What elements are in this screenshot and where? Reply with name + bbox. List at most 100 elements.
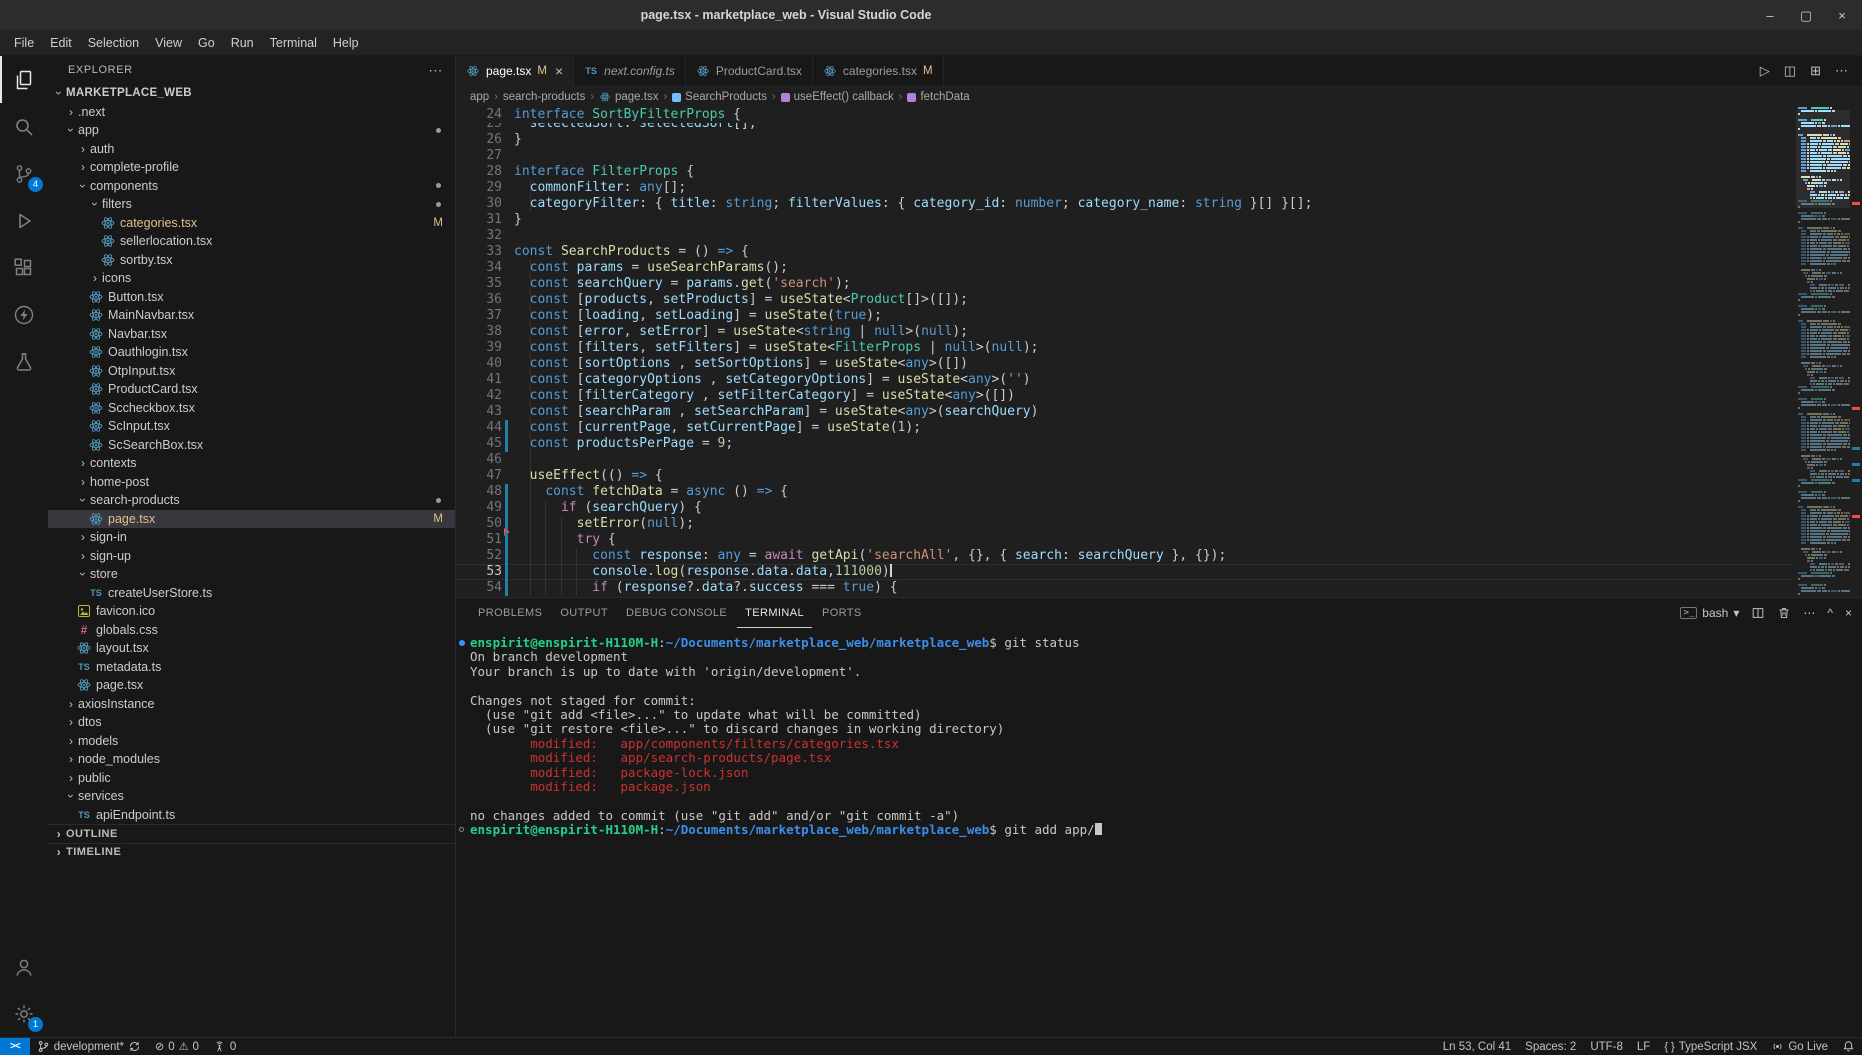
status-indentation[interactable]: Spaces: 2 bbox=[1518, 1038, 1583, 1055]
breadcrumb-item-page-tsx[interactable]: page.tsx bbox=[599, 91, 658, 103]
tree-file-favicon-ico[interactable]: favicon.ico bbox=[48, 602, 455, 621]
status-language[interactable]: { }TypeScript JSX bbox=[1657, 1038, 1764, 1055]
tree-folder-home-post[interactable]: ›home-post bbox=[48, 473, 455, 492]
activity-search[interactable] bbox=[0, 103, 48, 150]
code-line[interactable]: 46 bbox=[456, 452, 1792, 468]
split-editor-icon[interactable]: ◫ bbox=[1784, 63, 1796, 79]
tab-page-tsx[interactable]: page.tsxM× bbox=[456, 56, 574, 87]
status-branch[interactable]: development* bbox=[30, 1038, 148, 1055]
more-actions-icon[interactable]: ⋯ bbox=[1835, 63, 1848, 79]
tree-root-folder[interactable]: ›MARKETPLACE_WEB bbox=[48, 84, 455, 103]
code-line[interactable]: 42 const [filterCategory , setFilterCate… bbox=[456, 388, 1792, 404]
tree-folder-node-modules[interactable]: ›node_modules bbox=[48, 750, 455, 769]
activity-thunder-client[interactable] bbox=[0, 291, 48, 338]
tree-folder-axiosinstance[interactable]: ›axiosInstance bbox=[48, 695, 455, 714]
code-line[interactable]: 40 const [sortOptions , setSortOptions] … bbox=[456, 356, 1792, 372]
menu-go[interactable]: Go bbox=[190, 33, 223, 54]
status-encoding[interactable]: UTF-8 bbox=[1583, 1038, 1630, 1055]
terminal-shell-selector[interactable]: >_bash▾ bbox=[1680, 606, 1739, 620]
close-button[interactable]: × bbox=[1832, 6, 1852, 26]
breadcrumb-item-search-products[interactable]: search-products bbox=[503, 91, 585, 103]
tree-file-oauthlogin-tsx[interactable]: Oauthlogin.tsx bbox=[48, 343, 455, 362]
tree-file-button-tsx[interactable]: Button.tsx bbox=[48, 288, 455, 307]
tree-file-metadata-ts[interactable]: TSmetadata.ts bbox=[48, 658, 455, 677]
menu-file[interactable]: File bbox=[6, 33, 42, 54]
split-terminal-icon[interactable] bbox=[1751, 606, 1765, 620]
code-line[interactable]: 25 selectedSort: selectedSort[]; bbox=[456, 123, 1792, 132]
close-panel-icon[interactable]: × bbox=[1845, 606, 1852, 620]
status-cursor-position[interactable]: Ln 53, Col 41 bbox=[1436, 1038, 1518, 1055]
tree-file-globals-css[interactable]: #globals.css bbox=[48, 621, 455, 640]
tree-file-layout-tsx[interactable]: layout.tsx bbox=[48, 639, 455, 658]
tree-folder-models[interactable]: ›models bbox=[48, 732, 455, 751]
activity-source-control[interactable]: 4 bbox=[0, 150, 48, 197]
activity-settings[interactable]: 1 bbox=[0, 990, 48, 1037]
code-line[interactable]: 39 const [filters, setFilters] = useStat… bbox=[456, 340, 1792, 356]
breadcrumb-item-app[interactable]: app bbox=[470, 91, 489, 103]
status-problems[interactable]: ⊘0⚠0 bbox=[148, 1038, 206, 1055]
more-actions-icon[interactable]: ⋯ bbox=[1803, 606, 1815, 620]
tree-folder-sign-in[interactable]: ›sign-in bbox=[48, 528, 455, 547]
panel-tab-ports[interactable]: PORTS bbox=[814, 599, 870, 628]
tree-folder-filters[interactable]: ›filters bbox=[48, 195, 455, 214]
code-line[interactable]: 24interface SortByFilterProps { bbox=[456, 107, 1792, 123]
tree-folder-complete-profile[interactable]: ›complete-profile bbox=[48, 158, 455, 177]
tree-file-mainnavbar-tsx[interactable]: MainNavbar.tsx bbox=[48, 306, 455, 325]
code-line[interactable]: 52 const response: any = await getApi('s… bbox=[456, 548, 1792, 564]
kill-terminal-icon[interactable] bbox=[1777, 606, 1791, 620]
sidebar-section-outline[interactable]: ›OUTLINE bbox=[48, 824, 455, 843]
tree-file-page-tsx[interactable]: page.tsx bbox=[48, 676, 455, 695]
code-line[interactable]: 48 const fetchData = async () => { bbox=[456, 484, 1792, 500]
code-line[interactable]: 43 const [searchParam , setSearchParam] … bbox=[456, 404, 1792, 420]
panel-tab-output[interactable]: OUTPUT bbox=[552, 599, 616, 628]
minimize-button[interactable]: – bbox=[1760, 6, 1780, 26]
tree-file-sccheckbox-tsx[interactable]: Sccheckbox.tsx bbox=[48, 399, 455, 418]
activity-testing[interactable] bbox=[0, 338, 48, 385]
tree-folder-sign-up[interactable]: ›sign-up bbox=[48, 547, 455, 566]
tree-folder-services[interactable]: ›services bbox=[48, 787, 455, 806]
tab-categories-tsx[interactable]: categories.tsxM bbox=[813, 56, 944, 86]
minimap-slider[interactable] bbox=[1796, 110, 1850, 208]
code-line[interactable]: 50 setError(null); bbox=[456, 516, 1792, 532]
code-line[interactable]: 28interface FilterProps { bbox=[456, 164, 1792, 180]
menu-terminal[interactable]: Terminal bbox=[262, 33, 325, 54]
code-line[interactable]: 26} bbox=[456, 132, 1792, 148]
activity-accounts[interactable] bbox=[0, 943, 48, 990]
tree-file-categories-tsx[interactable]: categories.tsxM bbox=[48, 214, 455, 233]
tree-folder-icons[interactable]: ›icons bbox=[48, 269, 455, 288]
tree-folder-search-products[interactable]: ›search-products bbox=[48, 491, 455, 510]
tree-folder-next[interactable]: ›.next bbox=[48, 103, 455, 122]
code-line[interactable]: 29 commonFilter: any[]; bbox=[456, 180, 1792, 196]
code-line[interactable]: 51 try { bbox=[456, 532, 1792, 548]
code-line[interactable]: 47 useEffect(() => { bbox=[456, 468, 1792, 484]
panel-tab-terminal[interactable]: TERMINAL bbox=[737, 599, 812, 628]
activity-run-and-debug[interactable] bbox=[0, 197, 48, 244]
code-line[interactable]: 49 if (searchQuery) { bbox=[456, 500, 1792, 516]
code-line[interactable]: 30 categoryFilter: { title: string; filt… bbox=[456, 196, 1792, 212]
run-icon[interactable]: ▷ bbox=[1760, 63, 1770, 79]
tree-file-page-tsx[interactable]: page.tsxM bbox=[48, 510, 455, 529]
code-editor[interactable]: 24interface SortByFilterProps {25 select… bbox=[456, 107, 1862, 597]
status-remote[interactable]: >< bbox=[0, 1038, 30, 1055]
status-eol[interactable]: LF bbox=[1630, 1038, 1657, 1055]
tree-folder-store[interactable]: ›store bbox=[48, 565, 455, 584]
panel-tab-debug-console[interactable]: DEBUG CONSOLE bbox=[618, 599, 735, 628]
status-go-live[interactable]: Go Live bbox=[1764, 1038, 1835, 1055]
tab-next-config-ts[interactable]: TSnext.config.ts bbox=[574, 56, 686, 86]
code-line[interactable]: 44 const [currentPage, setCurrentPage] =… bbox=[456, 420, 1792, 436]
tree-folder-public[interactable]: ›public bbox=[48, 769, 455, 788]
sidebar-section-timeline[interactable]: ›TIMELINE bbox=[48, 843, 455, 862]
menu-help[interactable]: Help bbox=[325, 33, 367, 54]
code-line[interactable]: 35 const searchQuery = params.get('searc… bbox=[456, 276, 1792, 292]
tree-file-otpinput-tsx[interactable]: OtpInput.tsx bbox=[48, 362, 455, 381]
breadcrumb-item-useeffect-callback[interactable]: useEffect() callback bbox=[781, 91, 894, 103]
activity-extensions[interactable] bbox=[0, 244, 48, 291]
tree-folder-contexts[interactable]: ›contexts bbox=[48, 454, 455, 473]
maximize-button[interactable]: ▢ bbox=[1796, 6, 1816, 26]
menu-run[interactable]: Run bbox=[223, 33, 262, 54]
customize-layout-icon[interactable]: ⊞ bbox=[1810, 63, 1821, 79]
tree-file-scinput-tsx[interactable]: ScInput.tsx bbox=[48, 417, 455, 436]
tree-folder-components[interactable]: ›components bbox=[48, 177, 455, 196]
activity-explorer[interactable] bbox=[0, 56, 48, 103]
breadcrumb-item-fetchdata[interactable]: fetchData bbox=[907, 91, 969, 103]
